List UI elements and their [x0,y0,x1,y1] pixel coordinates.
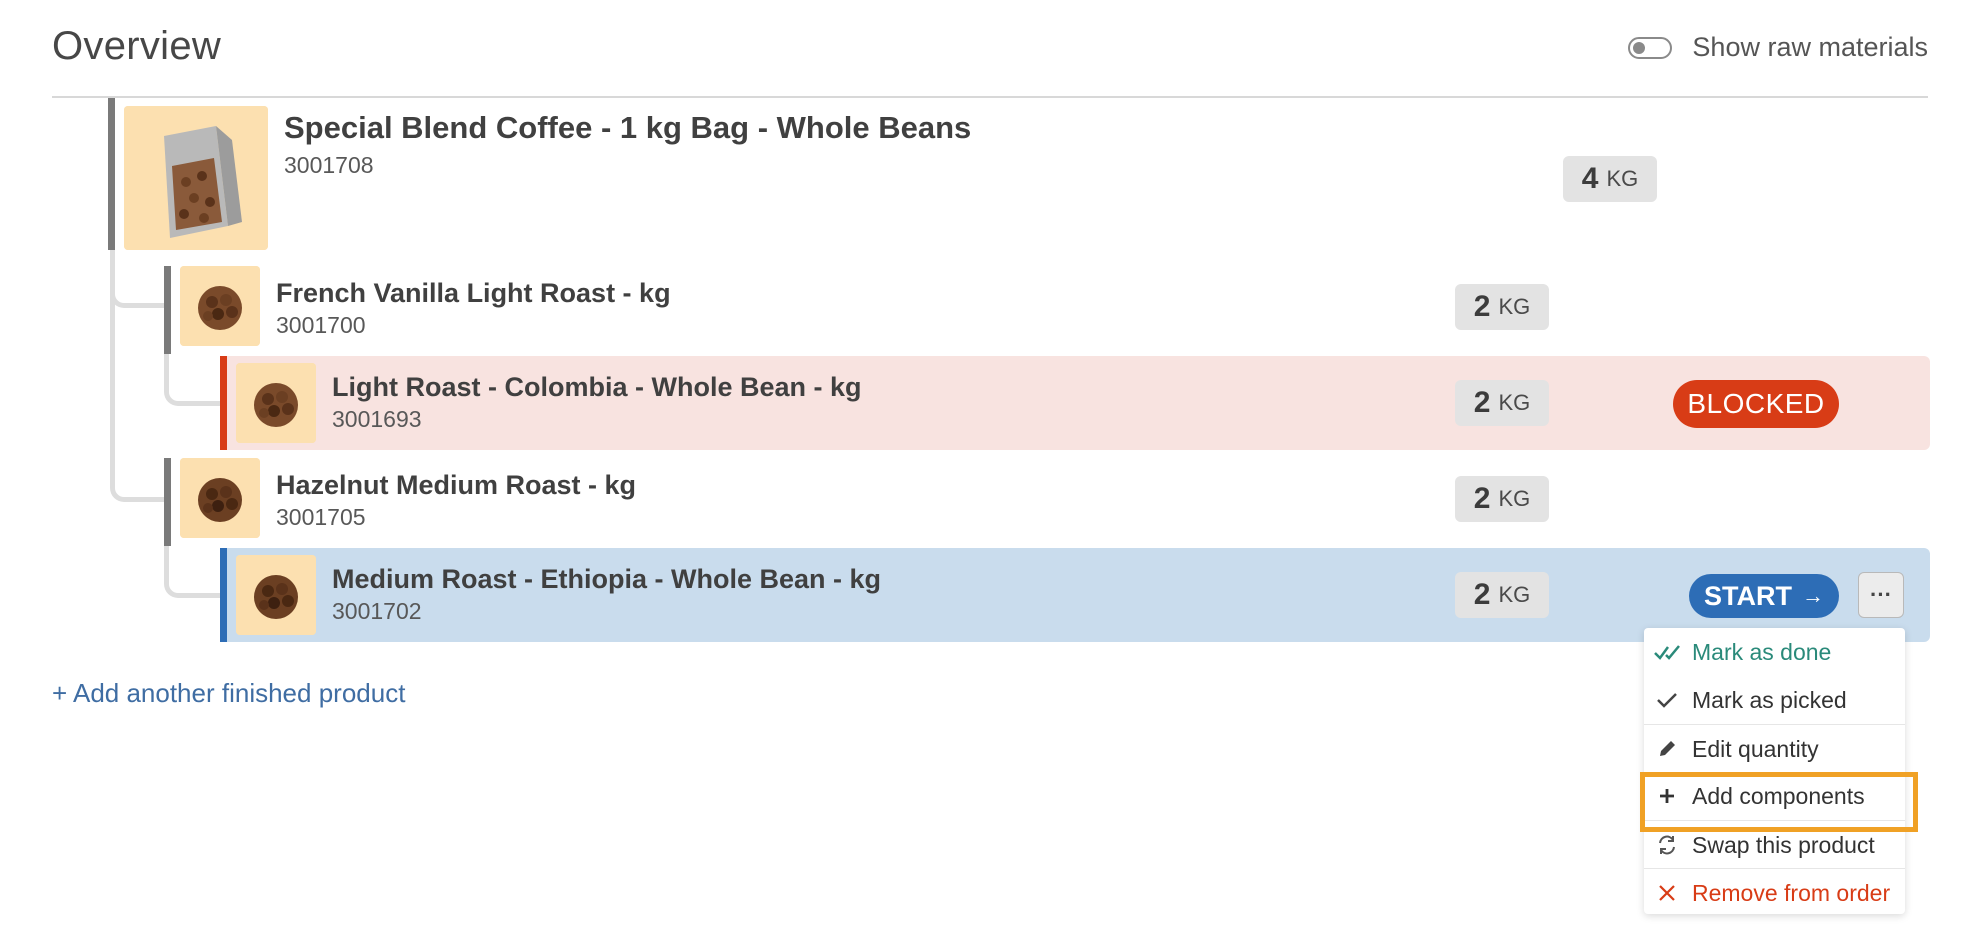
show-raw-materials-toggle[interactable]: Show raw materials [1628,32,1928,63]
product-sku: 3001705 [276,504,366,530]
product-name[interactable]: French Vanilla Light Roast - kg [276,278,671,309]
row-actions-menu: Mark as done Mark as picked Edit quantit… [1644,628,1905,914]
coffee-beans-image [180,266,260,346]
menu-item-edit-quantity[interactable]: Edit quantity [1644,724,1905,773]
tree-connector [164,542,222,598]
menu-item-mark-as-done[interactable]: Mark as done [1644,628,1905,676]
x-icon [1654,884,1680,902]
quantity-unit: KG [1606,166,1639,191]
product-sku: 3001693 [332,406,422,432]
row-bar [220,548,227,642]
start-button[interactable]: START → [1689,574,1839,618]
start-button-label: START [1704,580,1792,611]
quantity-value: 2 [1473,482,1491,515]
quantity-badge: 4 KG [1563,156,1657,202]
coffee-beans-image [236,555,316,635]
product-row[interactable]: Special Blend Coffee - 1 kg Bag - Whole … [108,98,1930,250]
menu-item-label: Mark as picked [1692,686,1847,713]
menu-item-label: Edit quantity [1692,735,1819,762]
quantity-unit: KG [1498,390,1531,415]
product-sku: 3001700 [276,312,366,338]
quantity-unit: KG [1498,486,1531,511]
product-name[interactable]: Light Roast - Colombia - Whole Bean - kg [332,372,862,403]
more-options-button[interactable]: ··· [1858,572,1904,618]
product-row[interactable]: French Vanilla Light Roast - kg 3001700 … [164,266,1930,354]
quantity-value: 2 [1473,578,1491,611]
product-thumbnail [180,458,260,538]
tree-connector [164,350,222,406]
coffee-bag-image [124,106,268,250]
menu-item-label: Mark as done [1692,638,1832,665]
toggle-label: Show raw materials [1692,32,1928,62]
product-name[interactable]: Medium Roast - Ethiopia - Whole Bean - k… [332,564,881,595]
product-name[interactable]: Hazelnut Medium Roast - kg [276,470,636,501]
menu-item-remove-from-order[interactable]: Remove from order [1644,868,1905,917]
quantity-value: 4 [1581,162,1599,195]
add-finished-product-link[interactable]: + Add another finished product [52,678,405,709]
product-thumbnail [236,555,316,635]
quantity-value: 2 [1473,290,1491,323]
row-bar [220,356,227,450]
double-check-icon [1654,643,1680,661]
check-icon [1654,691,1680,709]
product-thumbnail [236,363,316,443]
quantity-badge: 2 KG [1455,380,1549,426]
toggle-switch[interactable] [1628,36,1673,59]
row-bar [164,266,171,354]
product-thumbnail [124,106,268,250]
quantity-unit: KG [1498,582,1531,607]
quantity-badge: 2 KG [1455,572,1549,618]
blocked-status-badge: BLOCKED [1673,380,1839,428]
quantity-unit: KG [1498,294,1531,319]
quantity-badge: 2 KG [1455,476,1549,522]
swap-icon [1654,834,1680,856]
menu-item-label: Remove from order [1692,879,1891,906]
product-name[interactable]: Special Blend Coffee - 1 kg Bag - Whole … [284,110,971,146]
quantity-badge: 2 KG [1455,284,1549,330]
product-sku: 3001702 [332,598,422,624]
product-thumbnail [180,266,260,346]
coffee-beans-image [180,458,260,538]
menu-item-mark-as-picked[interactable]: Mark as picked [1644,676,1905,724]
quantity-value: 2 [1473,386,1491,419]
product-sku: 3001708 [284,152,374,178]
row-bar [108,98,115,250]
product-row[interactable]: Hazelnut Medium Roast - kg 3001705 2 KG [164,458,1930,546]
arrow-right-icon: → [1802,583,1824,608]
tree-connector [110,250,168,502]
coffee-beans-image [236,363,316,443]
highlight-box [1640,772,1918,832]
page-title: Overview [52,24,222,68]
row-bar [164,458,171,546]
pencil-icon [1654,739,1680,759]
menu-item-label: Swap this product [1692,831,1875,858]
